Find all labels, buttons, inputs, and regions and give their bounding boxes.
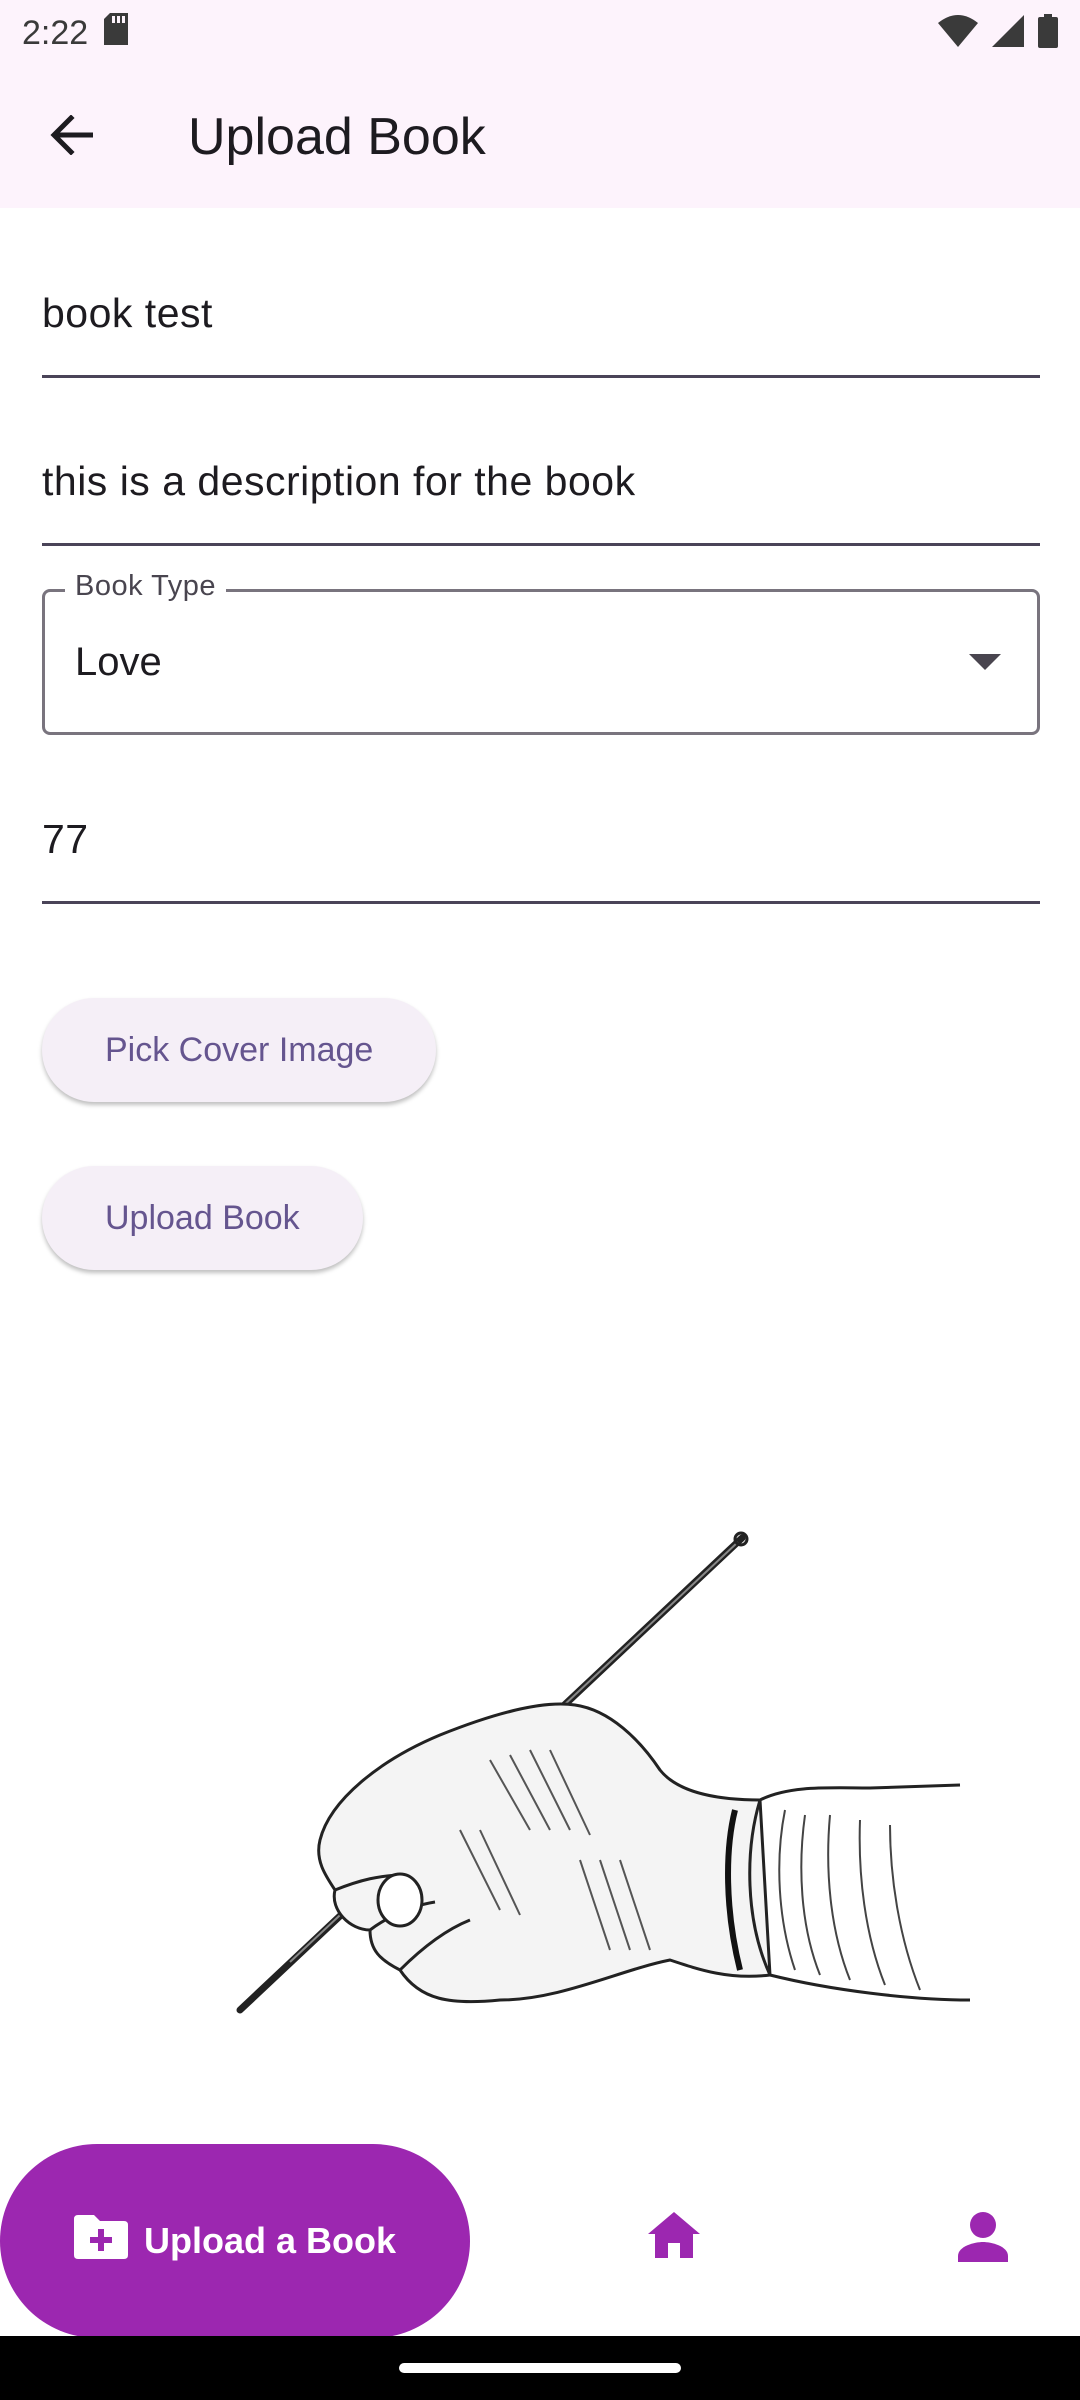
book-description-input[interactable]: this is a description for the book xyxy=(42,418,1040,546)
book-type-dropdown[interactable]: Book Type Love xyxy=(42,570,1040,735)
nav-upload-tab[interactable]: Upload a Book xyxy=(0,2144,470,2338)
home-icon xyxy=(648,2212,700,2262)
status-left: 2:22 xyxy=(22,12,130,54)
bottom-navigation: Upload a Book xyxy=(0,2136,1080,2338)
gesture-handle[interactable] xyxy=(399,2363,681,2373)
create-new-folder-icon xyxy=(73,2214,128,2268)
book-price-value: 77 xyxy=(42,816,89,862)
arrow-back-icon xyxy=(49,113,95,160)
dropdown-arrow-icon xyxy=(969,654,1001,670)
status-right xyxy=(938,13,1058,53)
status-time: 2:22 xyxy=(22,13,89,52)
person-icon xyxy=(958,2212,1008,2266)
book-type-label: Book Type xyxy=(65,570,227,603)
book-description-value: this is a description for the book xyxy=(42,458,636,504)
back-button[interactable] xyxy=(22,87,122,187)
nav-upload-label: Upload a Book xyxy=(143,2220,397,2261)
book-title-input[interactable]: book test xyxy=(42,250,1040,378)
book-type-selected: Love xyxy=(75,639,162,684)
sd-card-icon xyxy=(104,12,130,54)
book-title-value: book test xyxy=(42,290,213,336)
pick-cover-image-button[interactable]: Pick Cover Image xyxy=(42,998,437,1102)
app-bar: Upload Book xyxy=(0,66,1080,208)
page-title: Upload Book xyxy=(188,108,486,166)
status-bar: 2:22 xyxy=(0,0,1080,66)
battery-icon xyxy=(1038,13,1058,53)
system-gesture-bar xyxy=(0,2336,1080,2400)
cell-signal-icon xyxy=(992,14,1024,52)
wifi-icon xyxy=(938,14,978,52)
nav-profile-tab[interactable] xyxy=(958,2212,1008,2267)
upload-book-button[interactable]: Upload Book xyxy=(42,1166,363,1270)
book-price-input[interactable]: 77 xyxy=(42,776,1040,904)
nav-home-tab[interactable] xyxy=(648,2212,700,2263)
hand-writing-illustration xyxy=(230,1530,990,2050)
